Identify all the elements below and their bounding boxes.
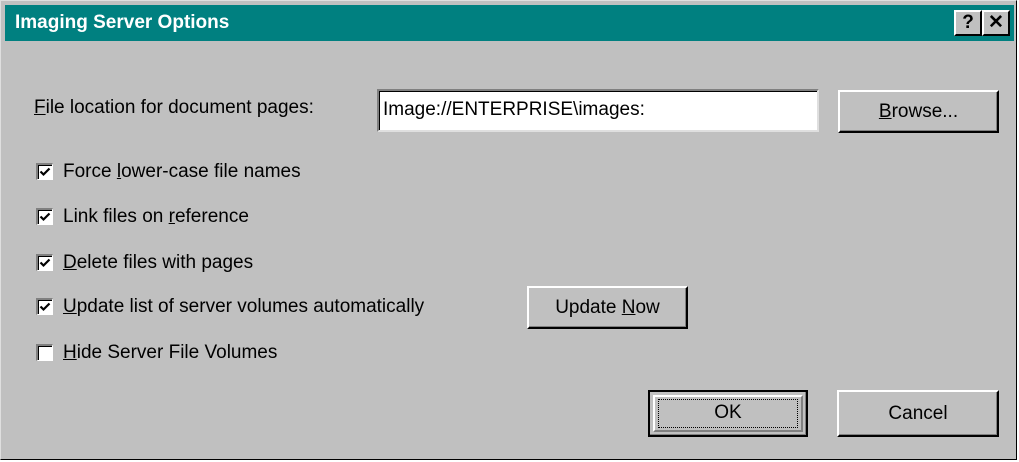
checkmark-icon: [39, 302, 51, 312]
ok-label: OK: [714, 402, 742, 423]
help-button[interactable]: ?: [954, 10, 982, 36]
checkmark-icon: [39, 258, 51, 268]
update-volumes-label: Update list of server volumes automatica…: [63, 295, 424, 319]
imaging-server-options-dialog: Imaging Server Options ? ✕ File location…: [0, 0, 1017, 460]
delete-files-label: Delete files with pages: [63, 251, 253, 275]
file-location-input[interactable]: Image://ENTERPRISE\images:: [377, 89, 819, 132]
option-label-post: eference: [174, 206, 249, 227]
cancel-button[interactable]: Cancel: [837, 390, 999, 437]
close-button[interactable]: ✕: [982, 10, 1010, 36]
window-title: Imaging Server Options: [15, 12, 230, 33]
help-icon: ?: [962, 12, 974, 33]
ok-button[interactable]: OK: [648, 390, 808, 437]
option-label-post: pdate list of server volumes automatical…: [76, 296, 425, 317]
link-files-label: Link files on reference: [63, 205, 249, 229]
update-now-button[interactable]: Update Now: [527, 286, 688, 329]
checkmark-icon: [39, 212, 51, 222]
hide-volumes-checkbox[interactable]: [36, 344, 53, 361]
browse-label: rowse...: [891, 101, 959, 122]
update-now-label-prefix: Update: [555, 297, 622, 318]
file-location-label-text: ile location for document pages:: [45, 97, 314, 118]
update-now-mnemonic: N: [621, 297, 636, 318]
option-label-pre: Link files on: [63, 206, 169, 227]
checkmark-icon: [39, 167, 51, 177]
update-now-label-rest: ow: [635, 297, 660, 318]
force-lowercase-label: Force lower-case file names: [63, 160, 301, 184]
option-label-mnemonic: H: [63, 342, 77, 363]
option-label-post: elete files with pages: [76, 252, 254, 273]
option-label-pre: Force: [63, 161, 117, 182]
file-location-label: File location for document pages:: [34, 97, 314, 119]
file-location-mnemonic: F: [34, 97, 46, 118]
title-bar[interactable]: Imaging Server Options ? ✕: [5, 5, 1014, 41]
hide-volumes-label: Hide Server File Volumes: [63, 341, 277, 365]
option-label-mnemonic: U: [63, 296, 77, 317]
browse-mnemonic: B: [878, 101, 892, 122]
update-volumes-checkbox[interactable]: [36, 298, 53, 315]
close-icon: ✕: [988, 12, 1004, 33]
option-label-mnemonic: D: [63, 252, 77, 273]
delete-files-checkbox[interactable]: [36, 254, 53, 271]
force-lowercase-checkbox[interactable]: [36, 163, 53, 180]
link-files-checkbox[interactable]: [36, 208, 53, 225]
option-label-post: ower-case file names: [121, 161, 301, 182]
browse-button[interactable]: Browse...: [838, 90, 999, 133]
option-label-post: ide Server File Volumes: [76, 342, 278, 363]
